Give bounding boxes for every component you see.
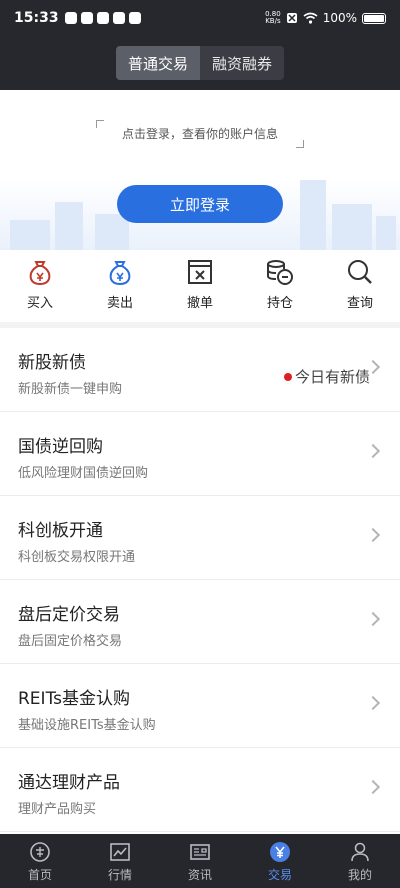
net-speed: 0.80 KB/s [265,11,281,25]
notification-app-icon [80,12,93,24]
no-sim-icon [286,13,297,23]
quick-action-label: 买入 [26,296,53,311]
nav-label: 我的 [347,868,372,882]
menu-item-reits[interactable]: REITs基金认购 基础设施REITs基金认购 [0,664,400,748]
battery-percent: 100% [322,11,357,25]
trade-yuan-icon [268,840,292,864]
nav-profile[interactable]: 我的 [320,834,400,888]
nav-market[interactable]: 行情 [80,834,160,888]
login-hint-box[interactable]: 点击登录，查看你的账户信息 [96,120,304,148]
menu-title: REITs基金认购 [18,689,130,709]
login-button[interactable]: 立即登录 [117,185,283,223]
top-header: 普通交易 融资融券 [0,36,400,90]
quick-actions: 买入 卖出 撤单 持仓 查询 [0,256,400,318]
skyline-decoration [332,204,372,250]
bottom-nav: 首页 行情 资讯 交易 我的 [0,834,400,888]
menu-subtitle: 科创板交易权限开通 [18,550,136,565]
battery-icon [362,12,386,24]
nav-label: 交易 [267,868,292,882]
menu-title: 盘后定价交易 [18,605,120,625]
holdings-coins-icon [264,256,296,288]
status-right: 0.80 KB/s 100% [265,11,386,25]
quick-action-holdings[interactable]: 持仓 [250,256,310,318]
sell-money-bag-icon [104,256,136,288]
menu-title: 通达理财产品 [18,773,120,793]
quick-action-buy[interactable]: 买入 [10,256,70,318]
skyline-decoration [10,220,50,250]
skyline-decoration [376,216,396,250]
search-icon [344,256,376,288]
red-dot-indicator [283,372,292,381]
notification-app-icon [112,12,125,24]
quick-action-label: 持仓 [266,296,293,311]
menu-title: 国债逆回购 [18,437,103,457]
nav-label: 行情 [107,868,132,882]
nav-news[interactable]: 资讯 [160,834,240,888]
status-bar: 15:33 0.80 KB/s 100% [0,0,400,36]
tab-regular-trading[interactable]: 普通交易 [116,46,200,80]
nav-trade[interactable]: 交易 [240,834,320,888]
skyline-decoration [55,202,83,250]
menu-subtitle: 基础设施REITs基金认购 [18,718,156,733]
new-bond-tag: 今日有新债 [283,366,370,387]
nav-label: 首页 [27,868,52,882]
menu-subtitle: 盘后固定价格交易 [18,634,123,649]
notification-app-icon [64,12,77,24]
tab-margin-trading[interactable]: 融资融券 [200,46,284,80]
login-banner: 点击登录，查看你的账户信息 立即登录 [0,90,400,250]
wifi-icon [303,12,318,24]
status-time: 15:33 [14,10,59,26]
quick-action-label: 撤单 [186,296,213,311]
notification-app-icon [96,12,109,24]
corner-bracket [296,140,304,148]
quick-action-sell[interactable]: 卖出 [90,256,150,318]
corner-bracket [96,120,104,128]
menu-item-new-stock-bond[interactable]: 新股新债 新股新债一键申购 今日有新债 [0,328,400,412]
trade-mode-switch: 普通交易 融资融券 [116,46,284,80]
nav-home[interactable]: 首页 [0,834,80,888]
menu-subtitle: 低风险理财国债逆回购 [18,466,149,481]
buy-money-bag-icon [24,256,56,288]
login-hint: 点击登录，查看你的账户信息 [121,127,278,141]
menu-subtitle: 理财产品购买 [18,802,97,817]
menu-item-wealth-products[interactable]: 通达理财产品 理财产品购买 [0,748,400,832]
news-icon [188,840,212,864]
quick-action-label: 卖出 [106,296,133,311]
home-icon [28,840,52,864]
quick-action-cancel[interactable]: 撤单 [170,256,230,318]
quick-action-query[interactable]: 查询 [330,256,390,318]
profile-icon [348,840,372,864]
market-chart-icon [108,840,132,864]
new-bond-text: 今日有新债 [294,368,370,386]
notification-app-icon [128,12,141,24]
skyline-decoration [300,180,326,250]
nav-label: 资讯 [187,868,212,882]
menu-item-reverse-repo[interactable]: 国债逆回购 低风险理财国债逆回购 [0,412,400,496]
menu-title: 科创板开通 [18,521,103,541]
cancel-order-icon [184,256,216,288]
service-menu: 新股新债 新股新债一键申购 今日有新债 国债逆回购 低风险理财国债逆回购 科创板… [0,328,400,832]
notification-icons [64,12,141,24]
menu-item-star-market[interactable]: 科创板开通 科创板交易权限开通 [0,496,400,580]
quick-action-label: 查询 [346,296,373,311]
net-speed-unit: KB/s [265,17,281,25]
menu-item-after-hours[interactable]: 盘后定价交易 盘后固定价格交易 [0,580,400,664]
